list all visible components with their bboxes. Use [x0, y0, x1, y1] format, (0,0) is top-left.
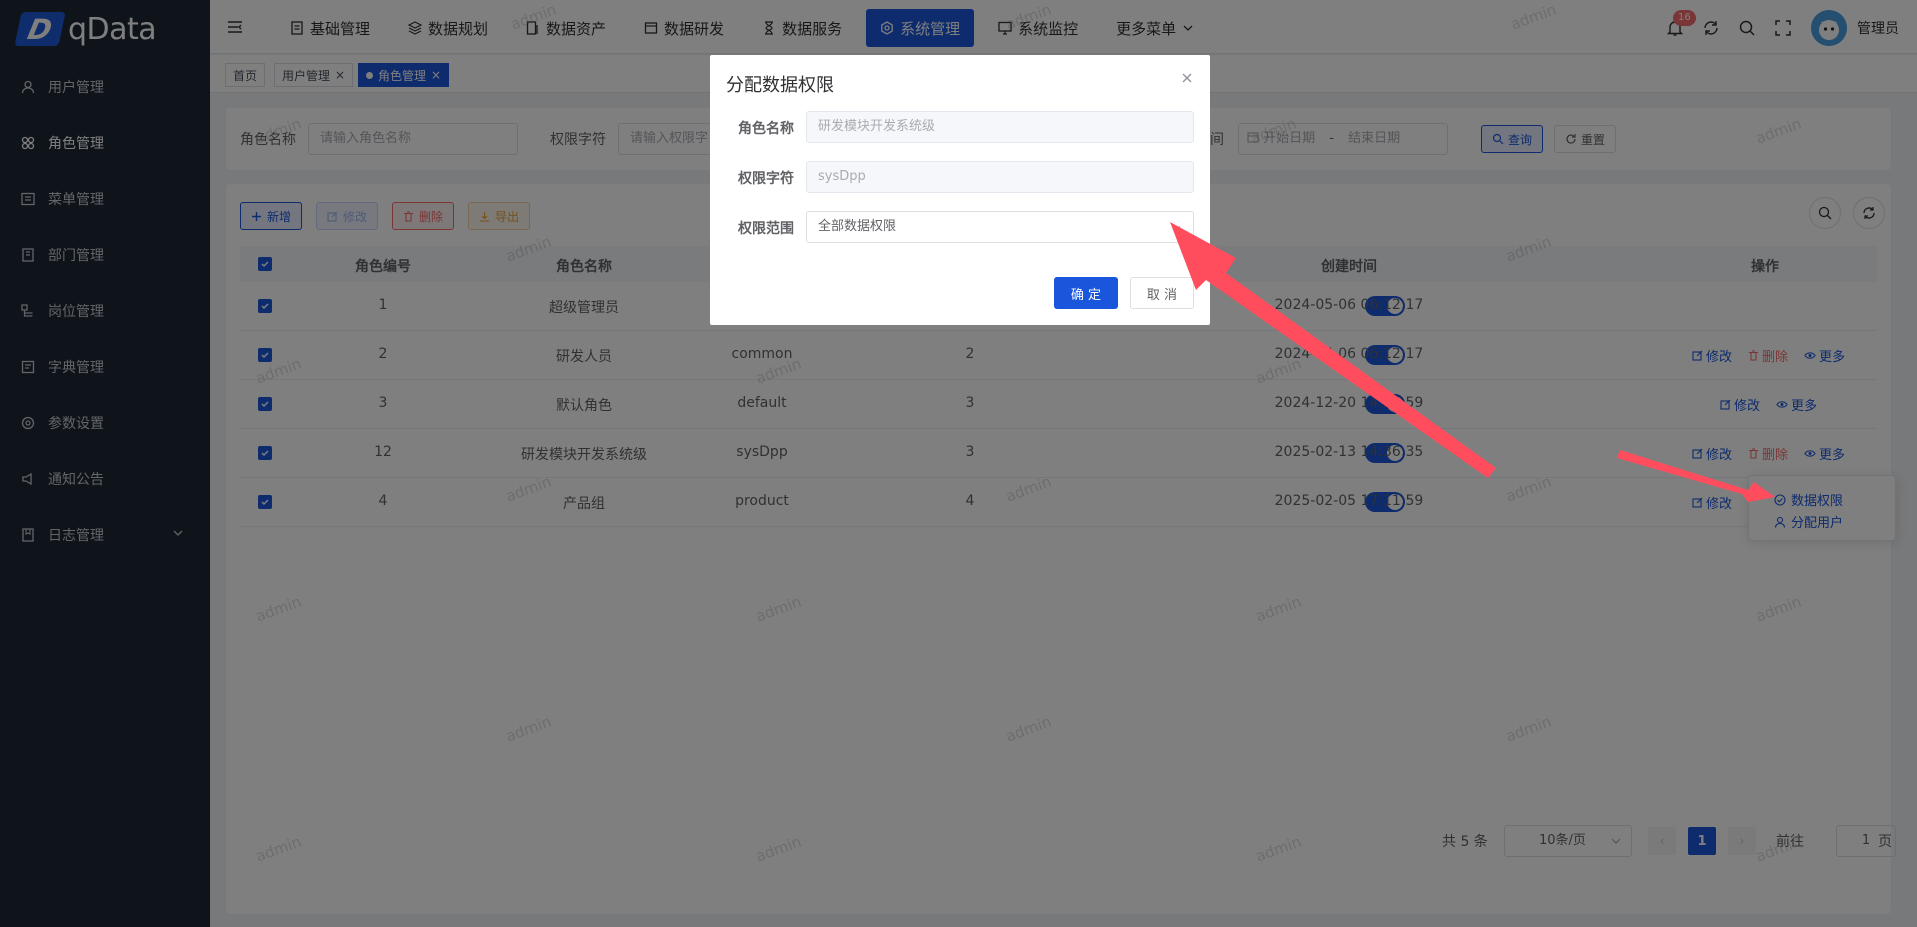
close-icon[interactable] [1180, 71, 1194, 85]
dialog-role-name-input[interactable]: 研发模块开发系统级 [806, 111, 1194, 143]
dialog-perm-input[interactable]: sysDpp [806, 161, 1194, 193]
data-permission-dialog: 分配数据权限 角色名称 研发模块开发系统级 权限字符 sysDpp 权限范围 全… [710, 55, 1210, 325]
dialog-scope-label: 权限范围 [738, 221, 794, 237]
chevron-down-icon [1171, 225, 1181, 231]
cancel-button[interactable]: 取 消 [1130, 277, 1194, 309]
data-scope-value: 全部数据权限 [818, 219, 897, 234]
dialog-title: 分配数据权限 [726, 75, 834, 96]
dialog-role-name-label: 角色名称 [738, 121, 794, 137]
data-scope-select[interactable]: 全部数据权限 [806, 211, 1194, 243]
dialog-perm-label: 权限字符 [738, 171, 794, 187]
confirm-button[interactable]: 确 定 [1054, 277, 1118, 309]
